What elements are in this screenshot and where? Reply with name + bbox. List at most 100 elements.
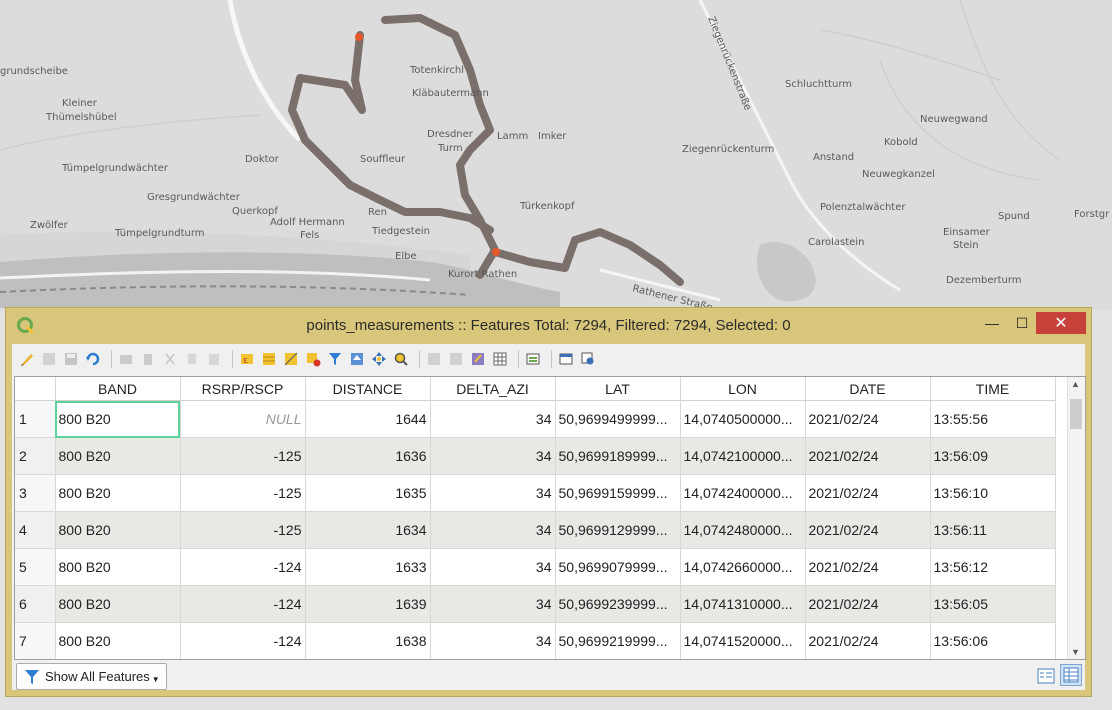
- table-view-button[interactable]: [1060, 664, 1082, 686]
- table-cell-band[interactable]: 800 B20: [55, 622, 181, 659]
- table-cell-lon[interactable]: 14,0742100000...: [680, 437, 806, 475]
- table-cell-rsrp[interactable]: -125: [180, 511, 306, 549]
- table-row[interactable]: 4 800 B20 -125 1634 34 50,9699129999... 14,074…: [15, 511, 1056, 549]
- table-cell-rsrp[interactable]: -124: [180, 548, 306, 586]
- table-cell-distance[interactable]: 1638: [305, 622, 431, 659]
- table-cell-lat[interactable]: 50,9699499999...: [555, 400, 681, 438]
- column-header[interactable]: DELTA_AZI: [430, 377, 556, 401]
- table-cell-time[interactable]: 13:56:11: [930, 511, 1056, 549]
- organize-columns-icon[interactable]: [579, 350, 597, 368]
- corner-header[interactable]: [15, 377, 56, 401]
- table-cell-lat[interactable]: 50,9699079999...: [555, 548, 681, 586]
- column-header[interactable]: DATE: [805, 377, 931, 401]
- title-bar[interactable]: points_measurements :: Features Total: 7…: [6, 308, 1091, 344]
- scroll-down-icon[interactable]: ▼: [1071, 647, 1080, 657]
- form-view-icon[interactable]: [1036, 666, 1056, 686]
- toggle-multi-edit-icon[interactable]: [40, 350, 58, 368]
- table-cell-lat[interactable]: 50,9699159999...: [555, 474, 681, 512]
- save-icon[interactable]: [62, 350, 80, 368]
- deselect-icon[interactable]: [304, 350, 322, 368]
- table-cell-rsrp[interactable]: -125: [180, 474, 306, 512]
- table-cell-band[interactable]: 800 B20: [55, 511, 181, 549]
- delete-icon[interactable]: [139, 350, 157, 368]
- table-cell-lat[interactable]: 50,9699219999...: [555, 622, 681, 659]
- table-cell-delta-azi[interactable]: 34: [430, 585, 556, 623]
- cut-icon[interactable]: [161, 350, 179, 368]
- table-cell-band[interactable]: 800 B20: [55, 437, 181, 475]
- filter-icon[interactable]: [326, 350, 344, 368]
- table-cell-time[interactable]: 13:56:06: [930, 622, 1056, 659]
- table-cell-rsrp[interactable]: -125: [180, 437, 306, 475]
- table-cell-band[interactable]: 800 B20: [55, 548, 181, 586]
- row-number[interactable]: 1: [15, 400, 56, 438]
- table-cell-time[interactable]: 13:56:10: [930, 474, 1056, 512]
- table-row[interactable]: 3 800 B20 -125 1635 34 50,9699159999... 14,074…: [15, 474, 1056, 512]
- conditional-format-icon[interactable]: [491, 350, 509, 368]
- column-header[interactable]: RSRP/RSCP: [180, 377, 306, 401]
- table-cell-lat[interactable]: 50,9699129999...: [555, 511, 681, 549]
- row-number[interactable]: 6: [15, 585, 56, 623]
- reload-icon[interactable]: [84, 350, 102, 368]
- row-number[interactable]: 2: [15, 437, 56, 475]
- column-header[interactable]: BAND: [55, 377, 181, 401]
- table-cell-delta-azi[interactable]: 34: [430, 622, 556, 659]
- table-cell-date[interactable]: 2021/02/24: [805, 400, 931, 438]
- table-cell-lat[interactable]: 50,9699189999...: [555, 437, 681, 475]
- copy-icon[interactable]: [183, 350, 201, 368]
- table-cell-distance[interactable]: 1644: [305, 400, 431, 438]
- zoom-to-icon[interactable]: [392, 350, 410, 368]
- delete-field-icon[interactable]: [447, 350, 465, 368]
- table-cell-date[interactable]: 2021/02/24: [805, 548, 931, 586]
- table-cell-lon[interactable]: 14,0742480000...: [680, 511, 806, 549]
- column-header[interactable]: LON: [680, 377, 806, 401]
- table-cell-band[interactable]: 800 B20: [55, 400, 181, 438]
- table-row[interactable]: 6 800 B20 -124 1639 34 50,9699239999... 14,074…: [15, 585, 1056, 623]
- table-cell-rsrp[interactable]: NULL: [180, 400, 306, 438]
- show-all-features-button[interactable]: Show All Features ▼: [16, 663, 167, 690]
- pencil-icon[interactable]: [18, 350, 36, 368]
- table-cell-lon[interactable]: 14,0742660000...: [680, 548, 806, 586]
- attribute-table[interactable]: BAND RSRP/RSCP DISTANCE DELTA_AZI LAT LO…: [14, 376, 1086, 660]
- table-cell-lon[interactable]: 14,0740500000...: [680, 400, 806, 438]
- invert-selection-icon[interactable]: [282, 350, 300, 368]
- table-row[interactable]: 1 800 B20 NULL 1644 34 50,9699499999... 14,074…: [15, 400, 1056, 438]
- table-cell-date[interactable]: 2021/02/24: [805, 474, 931, 512]
- table-cell-date[interactable]: 2021/02/24: [805, 585, 931, 623]
- table-cell-time[interactable]: 13:55:56: [930, 400, 1056, 438]
- minimize-button[interactable]: —: [981, 312, 1003, 334]
- table-cell-delta-azi[interactable]: 34: [430, 437, 556, 475]
- table-cell-delta-azi[interactable]: 34: [430, 474, 556, 512]
- table-cell-delta-azi[interactable]: 34: [430, 400, 556, 438]
- table-cell-distance[interactable]: 1639: [305, 585, 431, 623]
- select-all-icon[interactable]: [260, 350, 278, 368]
- scroll-up-icon[interactable]: ▲: [1071, 379, 1080, 389]
- table-cell-lon[interactable]: 14,0742400000...: [680, 474, 806, 512]
- table-cell-date[interactable]: 2021/02/24: [805, 437, 931, 475]
- table-cell-time[interactable]: 13:56:12: [930, 548, 1056, 586]
- table-row[interactable]: 7 800 B20 -124 1638 34 50,9699219999... 14,074…: [15, 622, 1056, 659]
- column-header[interactable]: DISTANCE: [305, 377, 431, 401]
- table-cell-distance[interactable]: 1636: [305, 437, 431, 475]
- table-cell-distance[interactable]: 1634: [305, 511, 431, 549]
- maximize-button[interactable]: ☐: [1011, 312, 1033, 334]
- expression-select-icon[interactable]: ε: [238, 350, 256, 368]
- column-header[interactable]: LAT: [555, 377, 681, 401]
- new-field-icon[interactable]: [425, 350, 443, 368]
- table-cell-lon[interactable]: 14,0741520000...: [680, 622, 806, 659]
- table-cell-delta-azi[interactable]: 34: [430, 511, 556, 549]
- table-cell-distance[interactable]: 1635: [305, 474, 431, 512]
- table-row[interactable]: 5 800 B20 -124 1633 34 50,9699079999... 14,074…: [15, 548, 1056, 586]
- field-calc-icon[interactable]: [469, 350, 487, 368]
- pan-to-icon[interactable]: [370, 350, 388, 368]
- table-cell-delta-azi[interactable]: 34: [430, 548, 556, 586]
- table-cell-time[interactable]: 13:56:05: [930, 585, 1056, 623]
- row-number[interactable]: 4: [15, 511, 56, 549]
- table-cell-time[interactable]: 13:56:09: [930, 437, 1056, 475]
- table-row[interactable]: 2 800 B20 -125 1636 34 50,9699189999... 14,074…: [15, 437, 1056, 475]
- row-number[interactable]: 5: [15, 548, 56, 586]
- move-top-icon[interactable]: [348, 350, 366, 368]
- vertical-scrollbar[interactable]: ▲ ▼: [1067, 377, 1085, 659]
- paste-icon[interactable]: [205, 350, 223, 368]
- row-number[interactable]: 3: [15, 474, 56, 512]
- row-number[interactable]: 7: [15, 622, 56, 659]
